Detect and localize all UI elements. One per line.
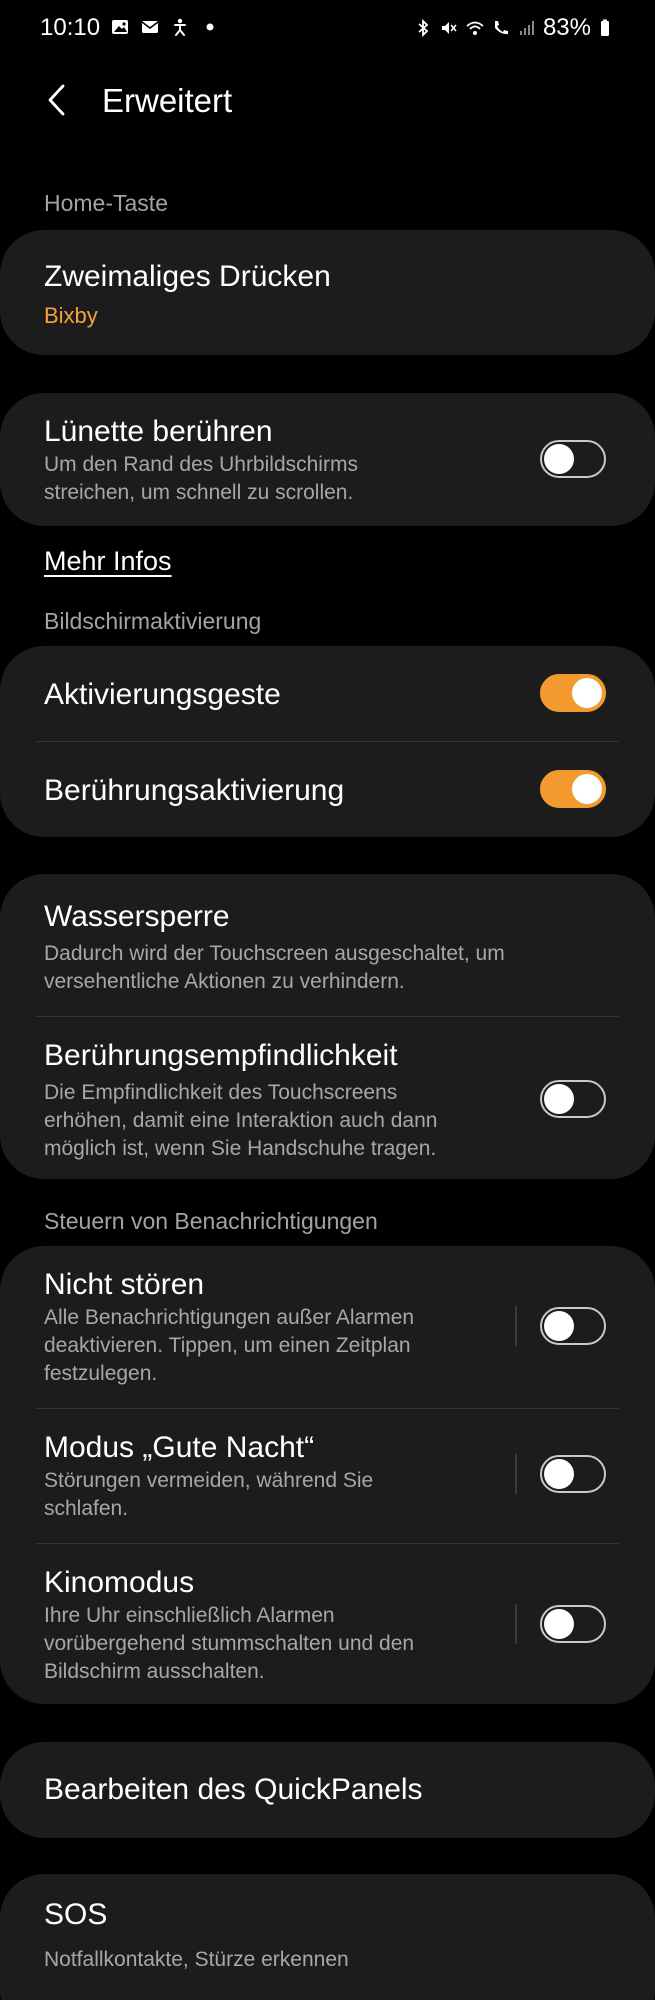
section-label-screen-wake: Bildschirmaktivierung — [44, 608, 262, 634]
dnd-description-3: festzulegen. — [44, 1362, 158, 1385]
good-night-row[interactable]: Modus „Gute Nacht“ Störungen vermeiden, … — [0, 1409, 655, 1543]
touch-wake-row[interactable]: Berührungsaktivierung — [0, 742, 655, 837]
dnd-title: Nicht stören — [44, 1268, 205, 1301]
touch-sensitivity-title: Berührungsempfindlichkeit — [44, 1039, 398, 1072]
double-press-card[interactable]: Zweimaliges Drücken Bixby — [0, 230, 655, 355]
page-title: Erweitert — [102, 82, 233, 119]
water-lock-description-1: Dadurch wird der Touchscreen ausgeschalt… — [44, 942, 505, 965]
sos-card[interactable]: SOS Notfallkontakte, Stürze erkennen — [0, 1874, 655, 2000]
separator — [515, 1306, 517, 1346]
header: Erweitert — [0, 68, 655, 132]
touch-sensitivity-row[interactable]: Berührungsempfindlichkeit Die Empfindlic… — [0, 1017, 655, 1179]
wake-gesture-row[interactable]: Aktivierungsgeste — [0, 646, 655, 741]
accessibility-icon — [170, 17, 190, 37]
cinema-row[interactable]: Kinomodus Ihre Uhr einschließlich Alarme… — [0, 1544, 655, 1704]
water-lock-title: Wassersperre — [44, 900, 230, 933]
signal-icon — [517, 18, 537, 38]
dot-icon — [200, 17, 220, 37]
good-night-description-2: schlafen. — [44, 1497, 129, 1520]
wake-gesture-title: Aktivierungsgeste — [44, 678, 281, 711]
good-night-toggle[interactable] — [540, 1455, 606, 1493]
touch-sensitivity-toggle[interactable] — [540, 1080, 606, 1118]
gallery-icon — [110, 17, 130, 37]
bezel-title: Lünette berühren — [44, 415, 273, 448]
touch-wake-title: Berührungsaktivierung — [44, 774, 345, 807]
cinema-toggle[interactable] — [540, 1605, 606, 1643]
bezel-description-2: streichen, um schnell zu scrollen. — [44, 481, 354, 504]
bezel-toggle[interactable] — [540, 440, 606, 478]
screen-wake-card: Aktivierungsgeste Berührungsaktivierung — [0, 646, 655, 837]
sos-title: SOS — [44, 1898, 108, 1931]
bezel-card[interactable]: Lünette berühren Um den Rand des Uhrbild… — [0, 393, 655, 526]
touch-wake-toggle[interactable] — [540, 770, 606, 808]
water-lock-description-2: versehentliche Aktionen zu verhindern. — [44, 970, 405, 993]
double-press-value: Bixby — [44, 303, 98, 328]
quickpanel-title: Bearbeiten des QuickPanels — [44, 1773, 423, 1806]
touch-sensitivity-description-1: Die Empfindlichkeit des Touchscreens — [44, 1081, 398, 1104]
touch-settings-card: Wassersperre Dadurch wird der Touchscree… — [0, 874, 655, 1179]
wifi-calling-icon — [491, 18, 511, 38]
dnd-toggle[interactable] — [540, 1307, 606, 1345]
battery-percent: 83% — [542, 14, 591, 41]
water-lock-row[interactable]: Wassersperre Dadurch wird der Touchscree… — [0, 874, 655, 1016]
cinema-title: Kinomodus — [44, 1566, 195, 1599]
double-press-title: Zweimaliges Drücken — [44, 260, 331, 293]
cinema-description-1: Ihre Uhr einschließlich Alarmen — [44, 1604, 335, 1627]
touch-sensitivity-description-2: erhöhen, damit eine Interaktion auch dan… — [44, 1109, 438, 1132]
good-night-title: Modus „Gute Nacht“ — [44, 1431, 315, 1464]
section-label-notifications: Steuern von Benachrichtigungen — [44, 1208, 378, 1234]
battery-icon — [597, 18, 617, 38]
bluetooth-icon — [413, 18, 433, 38]
mail-icon — [140, 17, 160, 37]
separator — [515, 1454, 517, 1494]
more-info-link[interactable]: Mehr Infos — [44, 546, 172, 577]
sos-description: Notfallkontakte, Stürze erkennen — [44, 1948, 349, 1971]
cinema-description-3: Bildschirm ausschalten. — [44, 1660, 265, 1683]
wifi-icon — [465, 18, 485, 38]
touch-sensitivity-description-3: möglich ist, wenn Sie Handschuhe tragen. — [44, 1137, 437, 1160]
status-time: 10:10 — [40, 14, 101, 41]
mute-icon — [439, 18, 459, 38]
dnd-description-2: deaktivieren. Tippen, um einen Zeitplan — [44, 1334, 411, 1357]
section-label-home-key: Home-Taste — [44, 190, 168, 216]
dnd-row[interactable]: Nicht stören Alle Benachrichtigungen auß… — [0, 1246, 655, 1408]
dnd-description-1: Alle Benachrichtigungen außer Alarmen — [44, 1306, 415, 1329]
status-bar: 10:10 83% — [0, 0, 655, 58]
bezel-description-1: Um den Rand des Uhrbildschirms — [44, 453, 358, 476]
good-night-description-1: Störungen vermeiden, während Sie — [44, 1469, 374, 1492]
wake-gesture-toggle[interactable] — [540, 674, 606, 712]
quickpanel-card[interactable]: Bearbeiten des QuickPanels — [0, 1742, 655, 1838]
back-arrow-icon[interactable] — [40, 82, 76, 118]
notifications-card: Nicht stören Alle Benachrichtigungen auß… — [0, 1246, 655, 1704]
separator — [515, 1604, 517, 1644]
cinema-description-2: vorübergehend stummschalten und den — [44, 1632, 415, 1655]
